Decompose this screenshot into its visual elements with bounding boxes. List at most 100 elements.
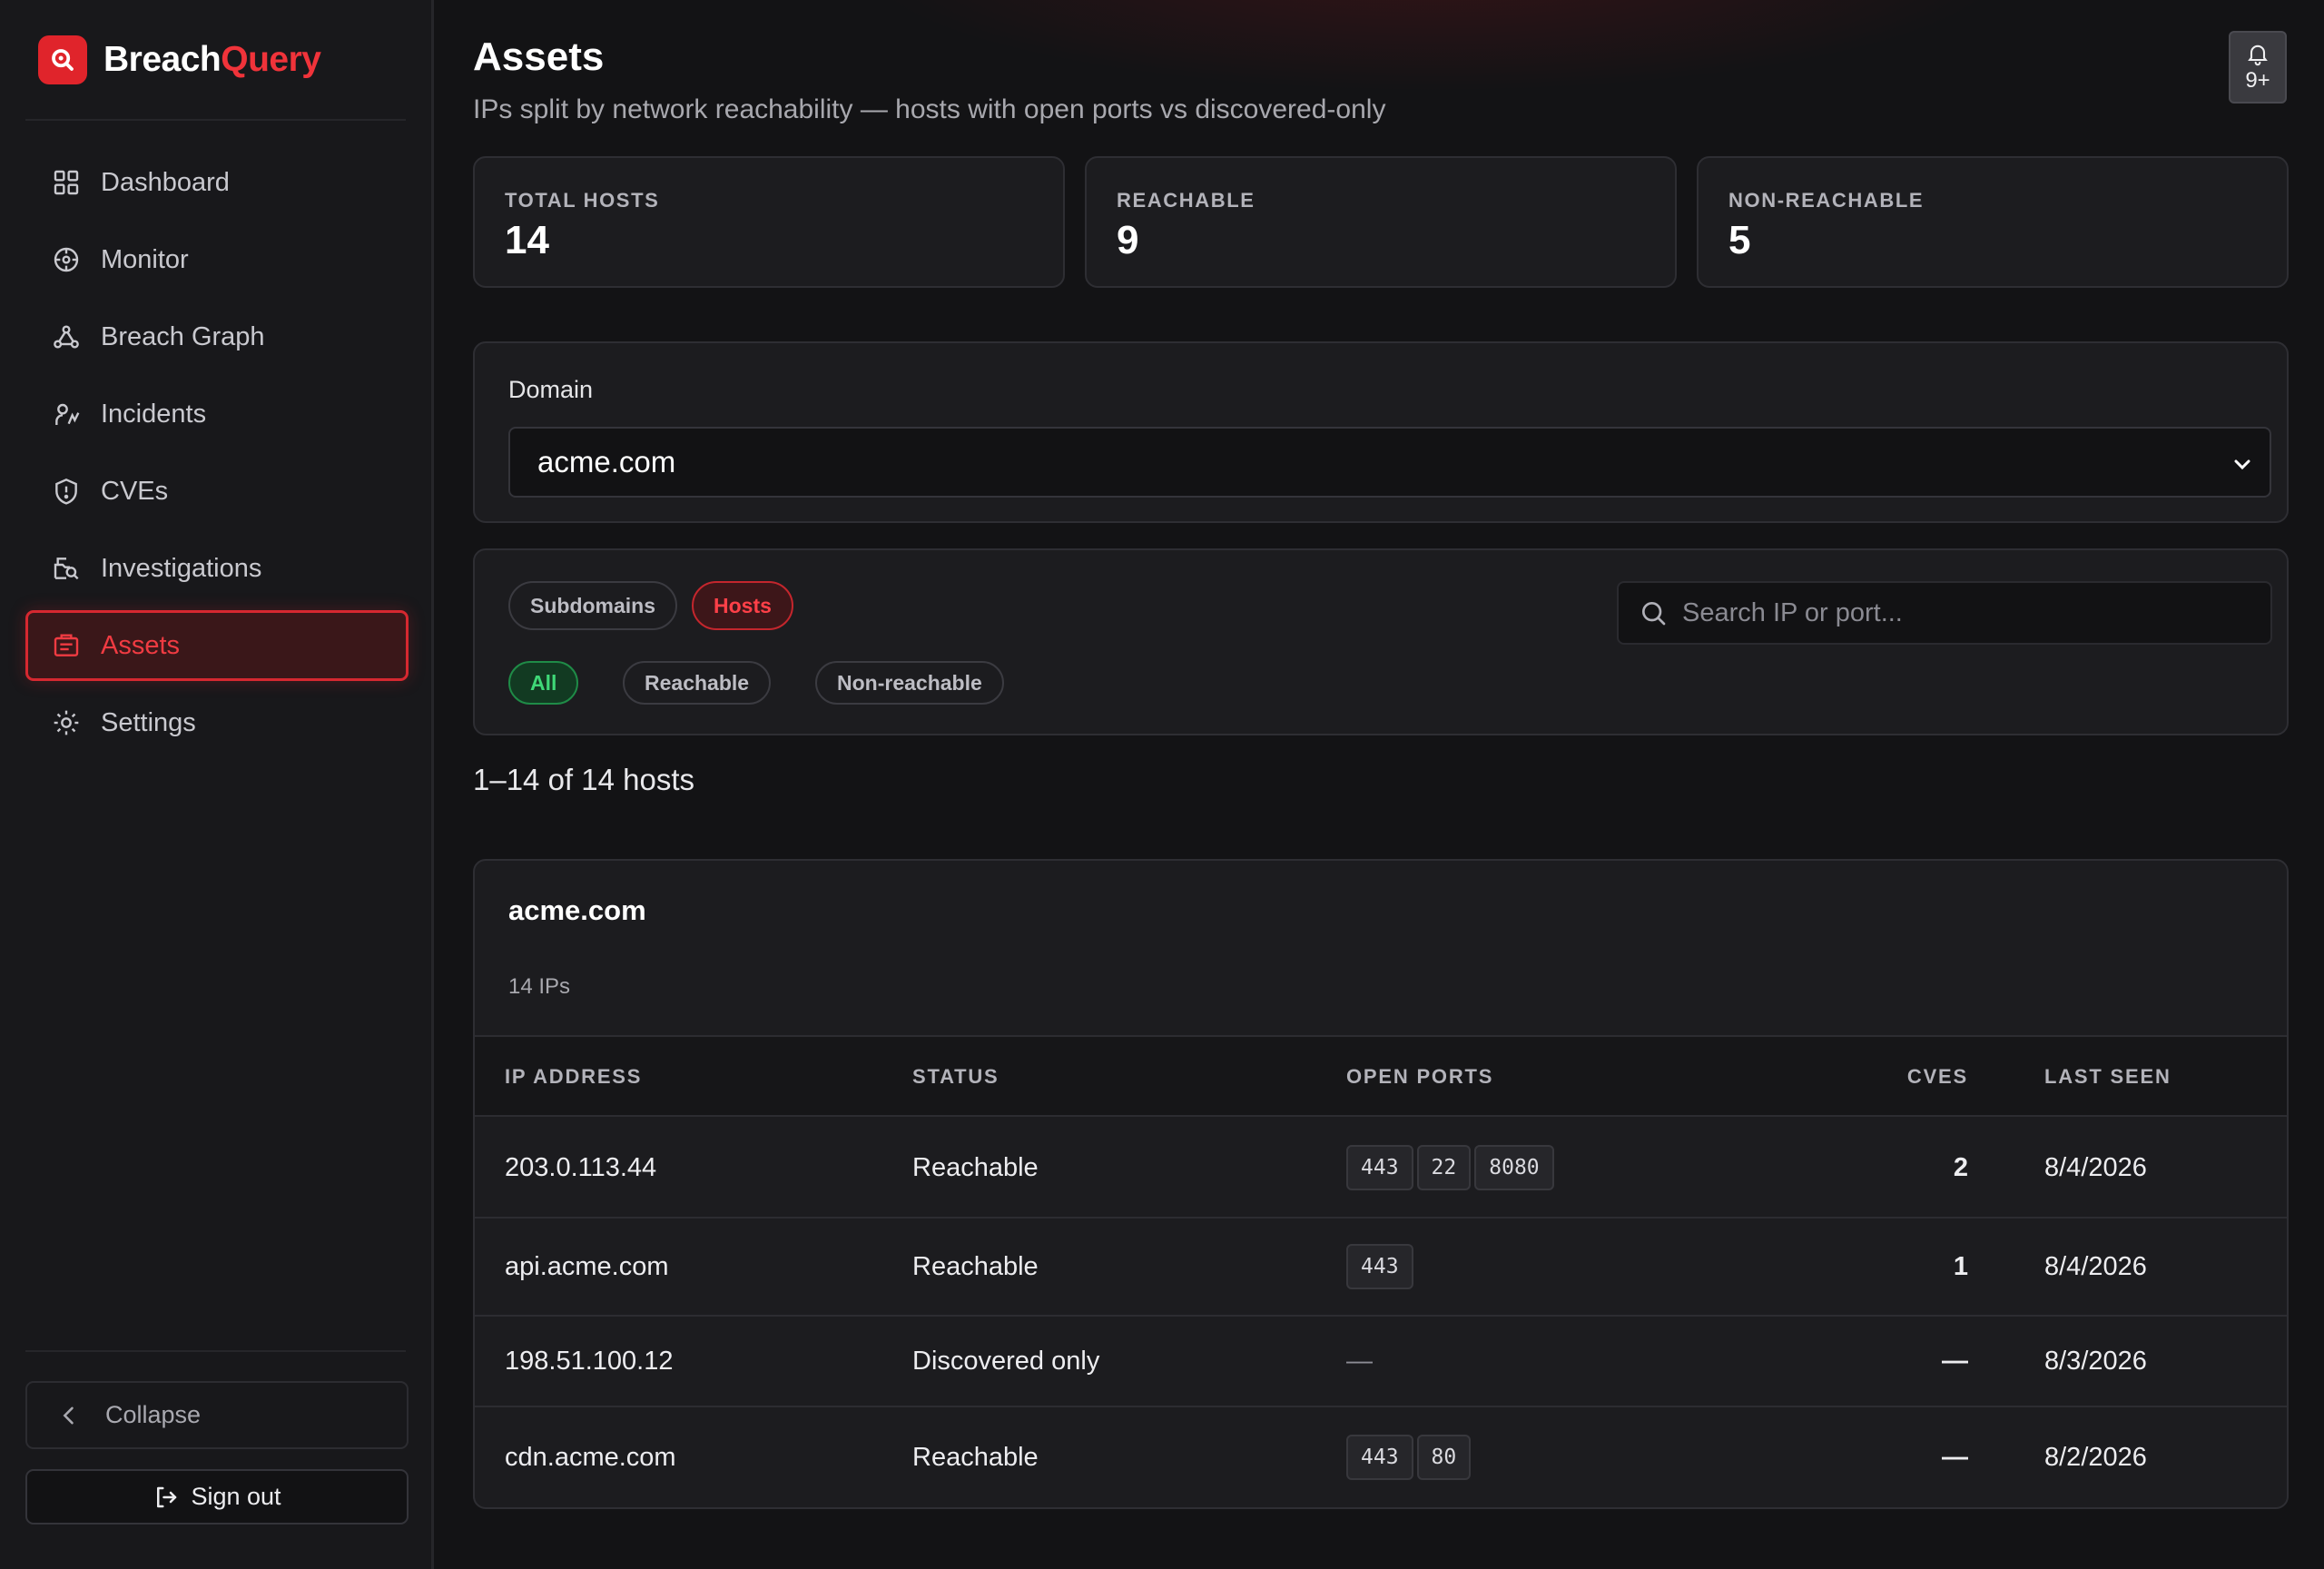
divider — [25, 119, 406, 121]
app-root: BreachQuery Dashboard Monitor Breach Gra… — [0, 0, 2324, 1569]
cell-ports: 443 22 8080 — [1346, 1119, 1558, 1217]
domain-label: Domain — [508, 376, 594, 403]
port-badge: 22 — [1416, 1145, 1472, 1190]
filter-reachable[interactable]: Reachable — [623, 661, 772, 705]
cell-status: Reachable — [912, 1251, 1039, 1281]
sidebar-item-cves[interactable]: CVEs — [25, 456, 409, 527]
table-row[interactable]: api.acme.com Reachable 443 1 8/4/2026 — [475, 1219, 2287, 1317]
network-icon — [52, 322, 81, 351]
shield-alert-icon — [52, 477, 81, 506]
column-header-ip[interactable]: IP ADDRESS — [505, 1037, 642, 1117]
sidebar-item-dashboard[interactable]: Dashboard — [25, 147, 409, 218]
divider — [25, 1350, 406, 1352]
sidebar-item-breach-graph[interactable]: Breach Graph — [25, 301, 409, 372]
sidebar-item-label: Settings — [101, 707, 196, 737]
cell-cves: — — [1942, 1442, 1968, 1472]
column-header-status[interactable]: STATUS — [912, 1037, 1000, 1117]
sidebar-item-label: Dashboard — [101, 167, 230, 197]
table-row[interactable]: 198.51.100.12 Discovered only — — 8/3/20… — [475, 1317, 2287, 1407]
sidebar-nav: Dashboard Monitor Breach Graph Incidents… — [25, 147, 409, 765]
main-content: Assets IPs split by network reachability… — [437, 0, 2324, 1569]
table-ip-count: 14 IPs — [508, 974, 571, 999]
brand-name-part2: Query — [221, 40, 321, 79]
grid-icon — [52, 168, 81, 197]
filter-non-reachable[interactable]: Non-reachable — [815, 661, 1004, 705]
stat-value: 14 — [505, 218, 549, 262]
sidebar-item-settings[interactable]: Settings — [25, 687, 409, 758]
search-input[interactable]: Search IP or port... — [1617, 581, 2272, 645]
page-title: Assets — [473, 35, 605, 79]
stat-card-non-reachable: NON-REACHABLE 5 — [1697, 156, 2289, 288]
search-icon — [1642, 602, 1666, 626]
table-domain-title: acme.com — [508, 894, 646, 926]
search-folder-icon — [52, 554, 81, 583]
table-row[interactable]: 203.0.113.44 Reachable 443 22 8080 2 8/4… — [475, 1119, 2287, 1219]
search-placeholder: Search IP or port... — [1682, 597, 1903, 627]
sign-out-button[interactable]: Sign out — [25, 1469, 409, 1525]
table-header: IP ADDRESS STATUS OPEN PORTS CVES LAST S… — [475, 1037, 2287, 1117]
domain-select-value: acme.com — [537, 445, 676, 479]
sidebar-item-label: CVEs — [101, 476, 169, 506]
stat-label: NON-REACHABLE — [1728, 189, 1925, 212]
cell-ip: api.acme.com — [505, 1251, 669, 1281]
tab-hosts[interactable]: Hosts — [692, 581, 793, 630]
cell-ports-empty: — — [1346, 1346, 1373, 1376]
hosts-table-panel: acme.com 14 IPs IP ADDRESS STATUS OPEN P… — [473, 859, 2289, 1509]
cell-cves: — — [1942, 1346, 1968, 1376]
domain-select[interactable]: acme.com — [508, 427, 2271, 498]
sidebar-item-label: Incidents — [101, 399, 207, 429]
chevron-down-icon — [2234, 459, 2250, 470]
bell-icon — [2248, 44, 2268, 66]
sidebar-item-assets[interactable]: Assets — [25, 610, 409, 681]
port-badge: 80 — [1416, 1435, 1472, 1480]
sidebar-item-incidents[interactable]: Incidents — [25, 379, 409, 449]
sign-out-icon — [157, 1486, 177, 1507]
filter-all[interactable]: All — [508, 661, 579, 705]
column-header-last-seen[interactable]: LAST SEEN — [2044, 1037, 2171, 1117]
port-badge: 443 — [1346, 1435, 1413, 1480]
collapse-label: Collapse — [105, 1401, 202, 1428]
cell-last-seen: 8/4/2026 — [2044, 1152, 2147, 1182]
port-badge: 443 — [1346, 1244, 1413, 1289]
column-header-cves[interactable]: CVES — [1837, 1037, 1968, 1117]
sidebar-item-label: Investigations — [101, 553, 262, 583]
sidebar-item-label: Monitor — [101, 244, 189, 274]
port-badge: 443 — [1346, 1145, 1413, 1190]
stat-card-reachable: REACHABLE 9 — [1085, 156, 1677, 288]
domain-filter-panel: Domain acme.com — [473, 341, 2289, 523]
brand-search-icon — [38, 35, 87, 84]
collapse-button[interactable]: Collapse — [25, 1381, 409, 1449]
cell-ip: 198.51.100.12 — [505, 1346, 674, 1376]
stat-value: 5 — [1728, 218, 1751, 262]
crosshair-icon — [52, 245, 81, 274]
sidebar-item-investigations[interactable]: Investigations — [25, 533, 409, 604]
tab-subdomains[interactable]: Subdomains — [508, 581, 678, 630]
sidebar-item-label: Assets — [101, 630, 181, 660]
cell-ports: 443 80 — [1346, 1407, 1474, 1507]
stat-card-total-hosts: TOTAL HOSTS 14 — [473, 156, 1065, 288]
sidebar-item-monitor[interactable]: Monitor — [25, 224, 409, 295]
chevron-left-icon — [63, 1406, 74, 1424]
cell-last-seen: 8/4/2026 — [2044, 1251, 2147, 1281]
cell-status: Reachable — [912, 1442, 1039, 1472]
notifications-button[interactable]: 9+ — [2229, 31, 2287, 104]
port-badge: 8080 — [1474, 1145, 1554, 1190]
brand-logo[interactable]: BreachQuery — [38, 35, 321, 84]
cell-status: Discovered only — [912, 1346, 1100, 1376]
brand-name: BreachQuery — [103, 40, 321, 80]
cell-cves: 1 — [1953, 1251, 1968, 1281]
brand-name-part1: Breach — [103, 40, 222, 79]
cell-status: Reachable — [912, 1152, 1039, 1182]
incident-icon — [52, 400, 81, 429]
filter-panel: Subdomains Hosts All Reachable Non-reach… — [473, 548, 2289, 735]
results-summary: 1–14 of 14 hosts — [473, 763, 695, 796]
column-header-ports[interactable]: OPEN PORTS — [1346, 1037, 1493, 1117]
notification-count-badge: 9+ — [2245, 68, 2270, 93]
stat-label: REACHABLE — [1117, 189, 1256, 212]
cell-ip: cdn.acme.com — [505, 1442, 676, 1472]
page-subtitle: IPs split by network reachability — host… — [473, 94, 1386, 124]
cell-cves: 2 — [1953, 1152, 1968, 1182]
sidebar-item-label: Breach Graph — [101, 321, 265, 351]
table-row[interactable]: cdn.acme.com Reachable 443 80 — 8/2/2026 — [475, 1407, 2287, 1507]
cell-last-seen: 8/2/2026 — [2044, 1442, 2147, 1472]
